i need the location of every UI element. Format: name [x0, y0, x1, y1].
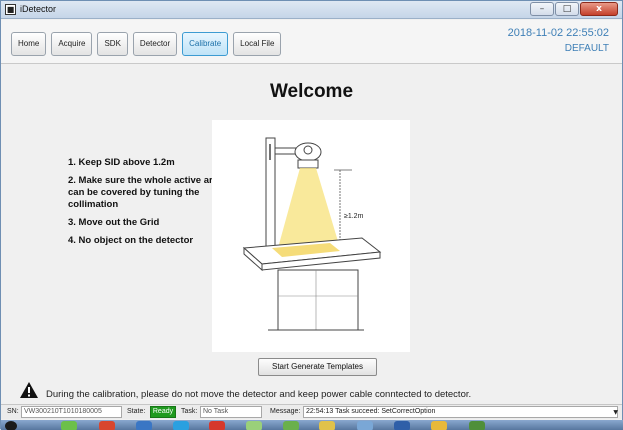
task-field: No Task [200, 406, 262, 418]
sid-label: ≥1.2m [344, 213, 364, 220]
state-badge: Ready [150, 406, 176, 418]
sn-field: VW300210T1010180005 [21, 406, 122, 418]
setup-illustration: ≥1.2m [212, 120, 410, 352]
main-toolbar: Home Acquire SDK Detector Calibrate Loca… [1, 20, 622, 64]
tab-calibrate[interactable]: Calibrate [182, 32, 229, 56]
app-window: ■ iDetector – □ x Home Acquire SDK Detec… [0, 0, 623, 430]
task-label: Task: [181, 408, 198, 415]
warning-message: During the calibration, please do not mo… [46, 389, 472, 400]
maximize-button[interactable]: □ [555, 2, 579, 16]
state-label: State: [127, 408, 146, 415]
tab-acquire[interactable]: Acquire [51, 32, 93, 56]
window-title: iDetector [20, 4, 57, 14]
tab-home[interactable]: Home [11, 32, 47, 56]
calibrate-panel: Welcome 1. Keep SID above 1.2m 2. Make s… [1, 65, 622, 378]
nav-tabs: Home Acquire SDK Detector Calibrate Loca… [11, 32, 282, 56]
sn-label: SN: [7, 408, 19, 415]
tab-sdk[interactable]: SDK [97, 32, 128, 56]
message-field[interactable]: 22:54:13 Task succeed: SetCorrectOption [303, 406, 618, 418]
tab-local-file[interactable]: Local File [233, 32, 282, 56]
warning-bar: During the calibration, please do not mo… [1, 379, 622, 403]
start-generate-templates-button[interactable]: Start Generate Templates [258, 358, 377, 376]
page-title: Welcome [269, 81, 354, 102]
tab-detector[interactable]: Detector [132, 32, 178, 56]
minimize-button[interactable]: – [530, 2, 554, 16]
warning-icon [20, 382, 38, 398]
title-bar[interactable]: ■ iDetector – □ x [1, 1, 622, 19]
chevron-down-icon[interactable]: ▼ [613, 409, 618, 416]
message-label: Message: [270, 408, 301, 415]
status-bar: SN: VW300210T1010180005 State: Ready Tas… [1, 404, 622, 419]
window-controls: – □ x [530, 2, 618, 16]
close-button[interactable]: x [580, 2, 618, 16]
profile-name: DEFAULT [564, 43, 609, 54]
xray-setup-diagram: ≥1.2m [242, 137, 382, 331]
datetime-display: 2018-11-02 22:55:02 [507, 27, 609, 39]
app-icon: ■ [5, 4, 16, 15]
